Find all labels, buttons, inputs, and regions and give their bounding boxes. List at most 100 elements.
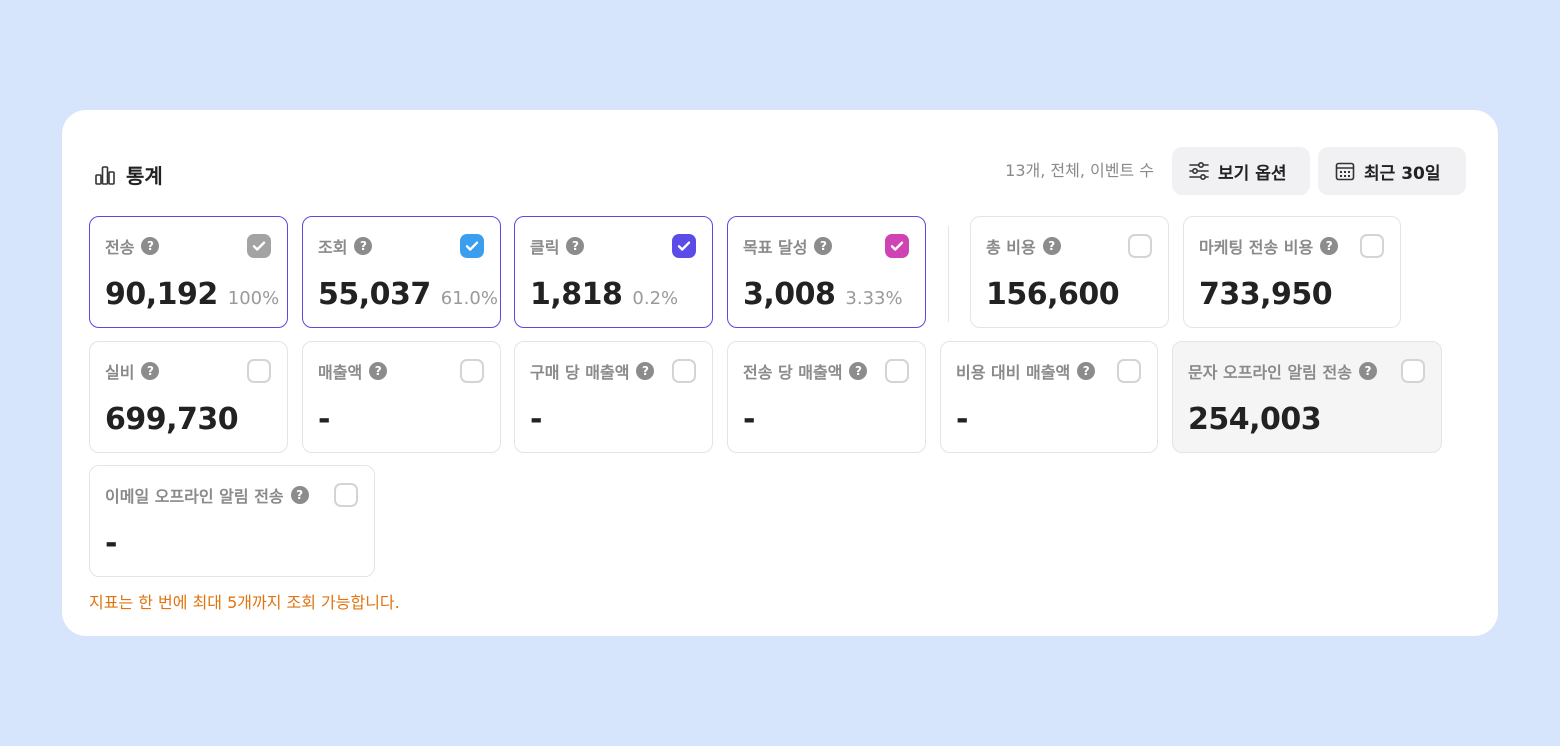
bar-chart-icon	[95, 165, 115, 185]
metric-value-row: -	[318, 402, 330, 437]
metric-value: 254,003	[1188, 402, 1322, 437]
question-circle-icon[interactable]: ?	[141, 237, 160, 255]
metric-value-row: -	[956, 402, 968, 437]
question-circle-icon[interactable]: ?	[1320, 237, 1339, 255]
question-circle-icon[interactable]: ?	[354, 237, 373, 255]
metric-label: 실비	[105, 363, 135, 382]
view-options-button[interactable]: 보기 옵션	[1172, 147, 1310, 195]
question-circle-icon[interactable]: ?	[636, 362, 655, 380]
metric-card[interactable]: 총 비용? 156,600	[970, 216, 1169, 328]
metric-checkbox[interactable]	[672, 234, 696, 258]
question-circle-icon[interactable]: ?	[141, 362, 160, 380]
metric-card[interactable]: 클릭? 1,818 0.2%	[514, 216, 713, 328]
metric-label: 조회	[318, 238, 348, 257]
metric-checkbox[interactable]	[1117, 359, 1141, 383]
question-circle-icon[interactable]: ?	[1358, 362, 1377, 380]
metric-card[interactable]: 마케팅 전송 비용? 733,950	[1183, 216, 1401, 328]
metric-checkbox[interactable]	[885, 359, 909, 383]
question-circle-icon[interactable]: ?	[1042, 237, 1061, 255]
metric-label-group: 이메일 오프라인 알림 전송?	[105, 483, 309, 507]
metric-value: -	[105, 526, 117, 561]
metric-value: 90,192	[105, 277, 218, 312]
metric-label-group: 비용 대비 매출액?	[956, 359, 1096, 383]
metric-value-row: 55,037 61.0%	[318, 277, 498, 312]
metric-label-group: 조회?	[318, 234, 373, 258]
metric-label-group: 전송?	[105, 234, 160, 258]
metric-label-group: 클릭?	[530, 234, 585, 258]
page-title: 통계	[126, 164, 163, 188]
metric-card[interactable]: 조회? 55,037 61.0%	[302, 216, 501, 328]
metric-label: 비용 대비 매출액	[956, 363, 1071, 382]
metric-checkbox[interactable]	[460, 359, 484, 383]
metric-label-group: 총 비용?	[986, 234, 1061, 258]
metric-card[interactable]: 문자 오프라인 알림 전송? 254,003	[1172, 341, 1442, 453]
metric-label: 구매 당 매출액	[530, 363, 630, 382]
question-circle-icon[interactable]: ?	[290, 486, 309, 504]
metric-label-group: 마케팅 전송 비용?	[1199, 234, 1339, 258]
question-circle-icon[interactable]: ?	[369, 362, 388, 380]
metric-value: 3,008	[743, 277, 836, 312]
metric-label-group: 구매 당 매출액?	[530, 359, 655, 383]
check-icon	[465, 241, 479, 251]
check-icon	[890, 241, 904, 251]
metric-label: 전송 당 매출액	[743, 363, 843, 382]
metric-checkbox[interactable]	[334, 483, 358, 507]
metric-value: 1,818	[530, 277, 623, 312]
question-circle-icon[interactable]: ?	[849, 362, 868, 380]
metric-label: 문자 오프라인 알림 전송	[1188, 363, 1352, 382]
metric-value-row: 1,818 0.2%	[530, 277, 678, 312]
metric-card[interactable]: 비용 대비 매출액? -	[940, 341, 1158, 453]
metric-value: -	[743, 402, 755, 437]
metric-value-row: 90,192 100%	[105, 277, 279, 312]
question-circle-icon[interactable]: ?	[566, 237, 585, 255]
date-range-button[interactable]: 최근 30일	[1318, 147, 1466, 195]
metric-label-group: 전송 당 매출액?	[743, 359, 868, 383]
metric-label: 이메일 오프라인 알림 전송	[105, 487, 284, 506]
metric-label-group: 목표 달성?	[743, 234, 833, 258]
statistics-panel: 통계 13개, 전체, 이벤트 수 보기 옵션 최근 30일 전송? 90,19…	[62, 110, 1498, 636]
panel-header: 통계 13개, 전체, 이벤트 수 보기 옵션 최근 30일	[62, 110, 1498, 230]
metric-label-group: 매출액?	[318, 359, 388, 383]
metric-label: 목표 달성	[743, 238, 808, 257]
metric-label: 전송	[105, 238, 135, 257]
metric-checkbox[interactable]	[1128, 234, 1152, 258]
metric-checkbox[interactable]	[247, 234, 271, 258]
metric-checkbox[interactable]	[460, 234, 484, 258]
metric-card[interactable]: 구매 당 매출액? -	[514, 341, 713, 453]
question-circle-icon[interactable]: ?	[1077, 362, 1096, 380]
metric-value: 733,950	[1199, 277, 1333, 312]
metric-value: 699,730	[105, 402, 239, 437]
metric-value-row: 3,008 3.33%	[743, 277, 903, 312]
metric-value-row: 254,003	[1188, 402, 1322, 437]
check-icon	[252, 241, 266, 251]
filter-summary: 13개, 전체, 이벤트 수	[1005, 161, 1154, 180]
metric-value-row: -	[530, 402, 542, 437]
metric-value: 156,600	[986, 277, 1120, 312]
question-circle-icon[interactable]: ?	[814, 237, 833, 255]
panel-title-group: 통계	[94, 160, 163, 189]
metric-card[interactable]: 실비? 699,730	[89, 341, 288, 453]
metric-card[interactable]: 목표 달성? 3,008 3.33%	[727, 216, 926, 328]
metric-percent: 100%	[227, 288, 280, 309]
metric-card[interactable]: 이메일 오프라인 알림 전송? -	[89, 465, 375, 577]
metric-value-row: -	[743, 402, 755, 437]
metric-checkbox[interactable]	[1401, 359, 1425, 383]
metric-group-divider	[948, 226, 949, 322]
metric-percent: 0.2%	[632, 288, 679, 309]
metric-checkbox[interactable]	[247, 359, 271, 383]
calendar-icon	[1335, 162, 1355, 181]
metric-label: 클릭	[530, 238, 560, 257]
metric-checkbox[interactable]	[672, 359, 696, 383]
metric-label: 매출액	[318, 363, 363, 382]
metric-card[interactable]: 매출액? -	[302, 341, 501, 453]
metric-card[interactable]: 전송? 90,192 100%	[89, 216, 288, 328]
metric-percent: 61.0%	[440, 288, 498, 309]
metric-card[interactable]: 전송 당 매출액? -	[727, 341, 926, 453]
metric-value-row: 156,600	[986, 277, 1120, 312]
metric-value: -	[956, 402, 968, 437]
metric-value: -	[530, 402, 542, 437]
metric-checkbox[interactable]	[1360, 234, 1384, 258]
metric-checkbox[interactable]	[885, 234, 909, 258]
metric-value-row: 699,730	[105, 402, 239, 437]
view-options-label: 보기 옵션	[1218, 163, 1287, 184]
